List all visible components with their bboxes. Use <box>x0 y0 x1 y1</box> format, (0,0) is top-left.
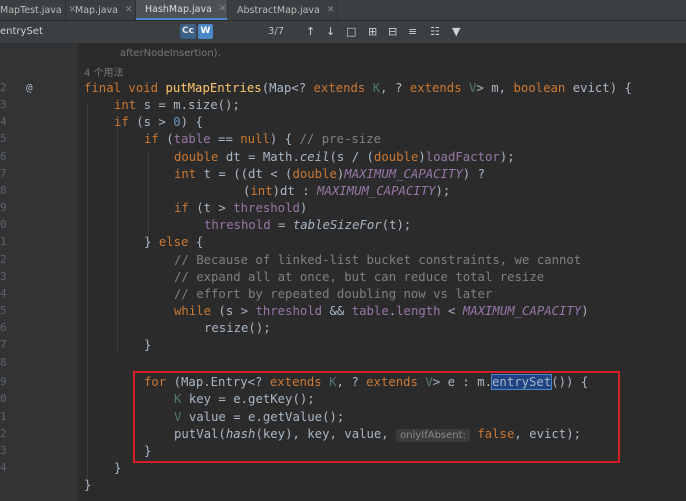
code-line: if (table == null) { // pre-size <box>144 132 381 146</box>
tab-maptest[interactable]: MapTest.java ✕ <box>0 0 76 20</box>
code-line: 4 个用法 <box>84 64 124 81</box>
editor-tab-bar: MapTest.java ✕ Map.java ✕ HashMap.java ✕… <box>0 0 686 21</box>
close-icon[interactable]: ✕ <box>219 4 227 14</box>
indent-guide <box>87 103 88 483</box>
code-line: } <box>144 338 152 352</box>
filter-icon[interactable]: ▼ <box>452 24 460 40</box>
code-line: (int)dt : MAXIMUM_CAPACITY); <box>243 184 451 198</box>
match-case-button[interactable]: Cc <box>180 24 196 39</box>
code-line: // expand all at once, but can reduce to… <box>174 270 545 284</box>
unselect-icon[interactable]: ⊟ <box>388 24 397 40</box>
code-line: if (t > threshold) <box>174 201 308 215</box>
show-all-icon[interactable]: ☷ <box>430 24 440 40</box>
code-line: // effort by repeated doubling now vs la… <box>174 287 493 301</box>
search-input[interactable]: entrySet <box>0 24 130 40</box>
code-line: int s = m.size(); <box>114 98 240 112</box>
tab-hashmap[interactable]: HashMap.java ✕ <box>136 0 228 20</box>
match-count: 3/7 <box>268 26 285 37</box>
arrow-down-icon[interactable]: ↓ <box>326 24 335 40</box>
line-number: 7 <box>0 338 7 351</box>
line-number: 6 <box>0 150 7 163</box>
code-editor[interactable]: 2 3 4 5 6 7 8 9 0 1 2 3 4 5 6 7 8 9 0 1 2 3 4 @ afterNodeInser… <box>0 43 686 501</box>
code-line: resize(); <box>204 321 271 335</box>
line-number: 2 <box>0 253 7 266</box>
line-number: 7 <box>0 167 7 180</box>
line-number: 5 <box>0 304 7 317</box>
select-all-icon[interactable]: ≡ <box>408 24 417 40</box>
tab-label: HashMap.java <box>145 3 212 15</box>
code-line: afterNodeInsertion). <box>120 48 221 59</box>
tab-abstractmap[interactable]: AbstractMap.java ✕ <box>228 0 338 20</box>
find-bar: entrySet Cc W 3/7 ↑ ↓ □ ⊞ ⊟ ≡ ☷ ▼ <box>0 21 686 44</box>
tab-label: Map.java <box>75 4 118 16</box>
line-number: 3 <box>0 444 7 457</box>
add-occurrence-icon[interactable]: □ <box>346 24 356 40</box>
tab-label: MapTest.java <box>0 4 62 16</box>
code-line: } <box>114 461 122 475</box>
line-number: 8 <box>0 356 7 369</box>
close-icon[interactable]: ✕ <box>125 5 133 15</box>
highlight-annotation-box <box>133 371 620 463</box>
code-line: while (s > threshold && table.length < M… <box>174 304 589 318</box>
code-line: } <box>84 478 92 492</box>
line-number: 6 <box>0 321 7 334</box>
line-number: 4 <box>0 115 7 128</box>
select-next-icon[interactable]: ⊞ <box>368 24 377 40</box>
usages-hint[interactable]: 4 个用法 <box>84 68 124 79</box>
code-line: if (s > 0) { <box>114 115 203 129</box>
indent-guide <box>117 123 118 353</box>
arrow-up-icon[interactable]: ↑ <box>306 24 315 40</box>
line-number: 4 <box>0 461 7 474</box>
line-number: 3 <box>0 270 7 283</box>
line-number: 0 <box>0 218 7 231</box>
line-number: 3 <box>0 98 7 111</box>
line-number: 9 <box>0 375 7 388</box>
tab-label: AbstractMap.java <box>237 4 320 16</box>
code-line: final void putMapEntries(Map<? extends K… <box>84 81 632 95</box>
line-number: 8 <box>0 184 7 197</box>
line-number: 9 <box>0 201 7 214</box>
code-line: } else { <box>144 235 204 249</box>
line-number: 2 <box>0 81 7 94</box>
line-number: 2 <box>0 427 7 440</box>
line-number: 1 <box>0 235 7 248</box>
override-icon[interactable]: @ <box>26 81 33 94</box>
code-line: double dt = Math.ceil(s / (double)loadFa… <box>174 150 515 164</box>
code-line: int t = ((dt < (double)MAXIMUM_CAPACITY)… <box>174 167 485 181</box>
line-number: 5 <box>0 132 7 145</box>
code-line: // Because of linked-list bucket constra… <box>174 253 582 267</box>
code-line: threshold = tableSizeFor(t); <box>204 218 412 232</box>
line-number: 0 <box>0 392 7 405</box>
tab-map[interactable]: Map.java ✕ <box>66 0 136 20</box>
line-number: 4 <box>0 287 7 300</box>
whole-words-button[interactable]: W <box>198 24 213 39</box>
line-number: 1 <box>0 410 7 423</box>
close-icon[interactable]: ✕ <box>327 5 335 15</box>
